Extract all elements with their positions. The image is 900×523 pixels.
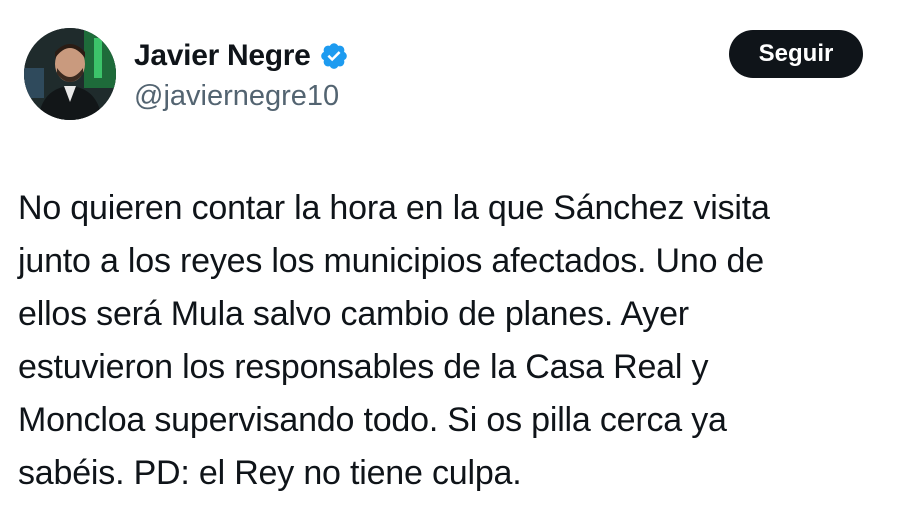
tweet-card: Javier Negre @javiernegre10 Seguir No qu… <box>0 0 900 523</box>
follow-button[interactable]: Seguir <box>729 30 863 78</box>
tweet-text: No quieren contar la hora en la que Sánc… <box>18 182 888 500</box>
avatar-image <box>24 28 116 120</box>
author-handle[interactable]: @javiernegre10 <box>134 80 339 113</box>
tweet-text-line: estuvieron los responsables de la Casa R… <box>18 348 709 386</box>
tweet-text-line: Moncloa supervisando todo. Si os pilla c… <box>18 401 727 439</box>
author-name-row: Javier Negre <box>134 36 349 76</box>
tweet-text-line: junto a los reyes los municipios afectad… <box>18 242 764 280</box>
tweet-text-line: ellos será Mula salvo cambio de planes. … <box>18 295 689 333</box>
tweet-text-line: sabéis. PD: el Rey no tiene culpa. <box>18 454 522 492</box>
tweet-text-line: No quieren contar la hora en la que Sánc… <box>18 189 770 227</box>
author-display-name[interactable]: Javier Negre <box>134 39 311 73</box>
avatar[interactable] <box>24 28 116 120</box>
verified-badge-icon <box>319 41 349 71</box>
